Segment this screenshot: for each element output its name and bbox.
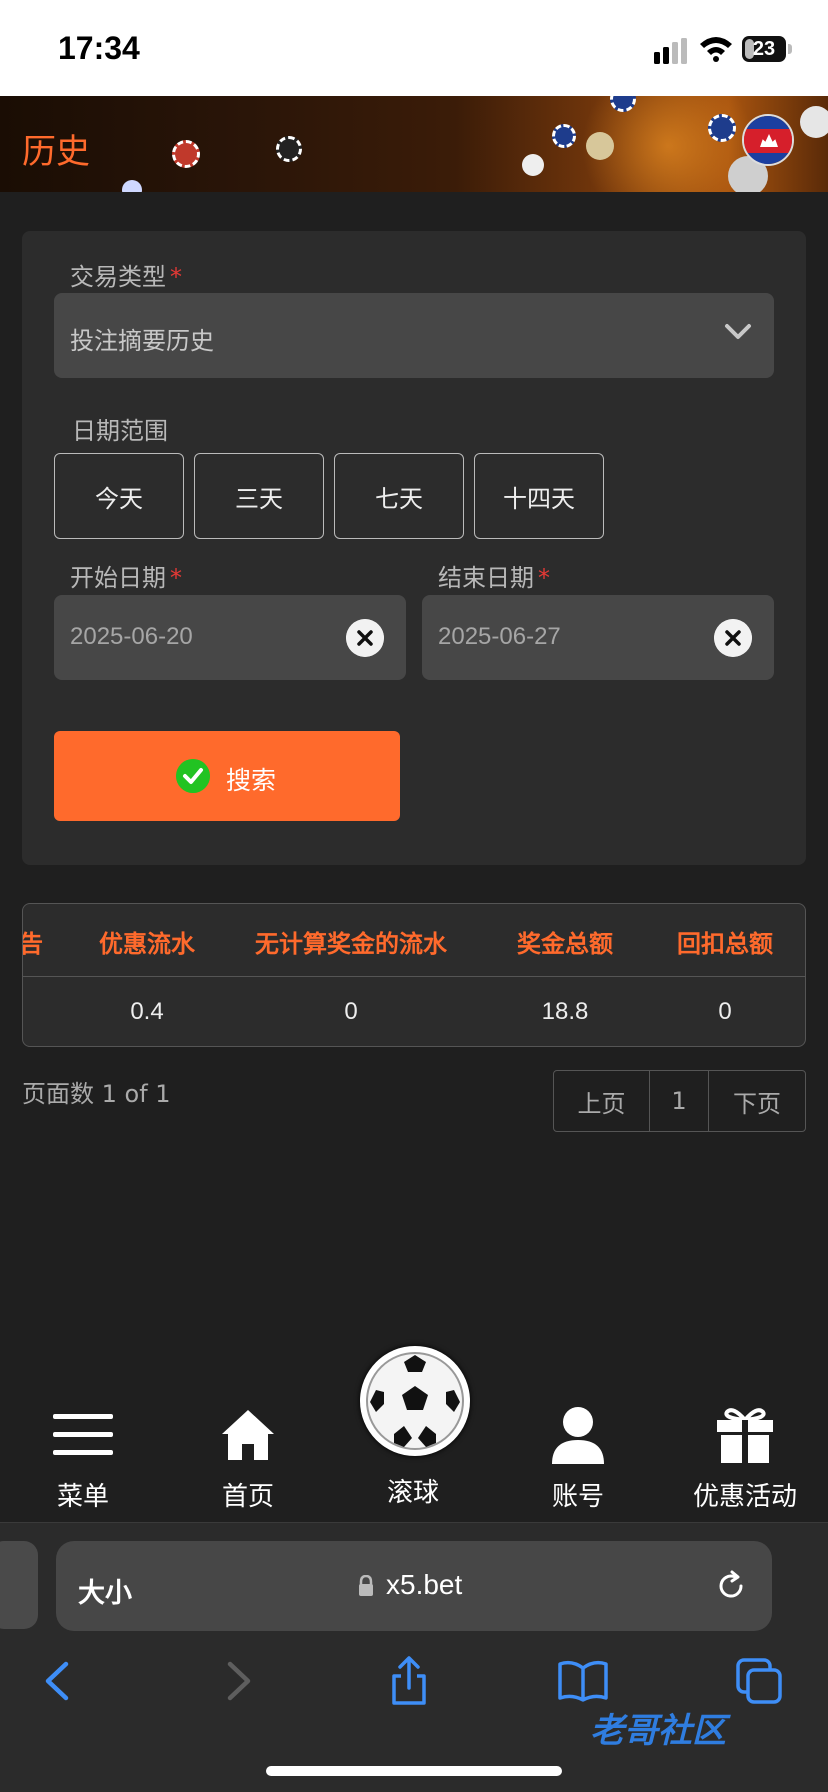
nav-account[interactable]: 账号	[513, 1400, 643, 1512]
clear-start-date-icon[interactable]	[346, 619, 384, 657]
range-three-days-button[interactable]: 三天	[194, 453, 324, 539]
text-size-button[interactable]: 大小	[78, 1571, 132, 1610]
table-header-cell: 优惠流水	[99, 930, 195, 958]
nav-home-label: 首页	[221, 1482, 274, 1512]
header-banner: 历史	[0, 96, 828, 192]
menu-icon	[53, 1414, 113, 1455]
address-bar[interactable]: 大小 x5.bet	[56, 1541, 772, 1631]
battery-level: 23	[752, 38, 776, 60]
reload-icon[interactable]	[714, 1569, 748, 1603]
casino-chip-decoration	[708, 114, 736, 142]
end-date-value: 2025-06-27	[438, 623, 561, 650]
football-decoration	[522, 154, 544, 176]
table-header-divider	[23, 976, 805, 977]
status-bar: 17:34 23	[0, 0, 828, 96]
home-indicator	[266, 1766, 562, 1776]
battery-icon: 23	[742, 36, 792, 62]
chevron-down-icon	[725, 324, 751, 339]
nav-home[interactable]: 首页	[183, 1400, 313, 1512]
home-icon	[222, 1410, 274, 1460]
start-date-value: 2025-06-20	[70, 623, 193, 650]
transaction-type-value: 投注摘要历史	[70, 327, 214, 355]
page-title: 历史	[22, 132, 90, 172]
bookmarks-icon[interactable]	[558, 1656, 608, 1706]
range-today-button[interactable]: 今天	[54, 453, 184, 539]
nav-account-label: 账号	[551, 1482, 604, 1512]
status-time: 17:34	[58, 30, 140, 66]
table-cell: 0	[344, 998, 358, 1025]
transaction-type-label: 交易类型 *	[70, 263, 182, 291]
nav-live-label: 滚球	[386, 1478, 439, 1508]
range-seven-days-button[interactable]: 七天	[334, 453, 464, 539]
watermark: 老哥社区	[590, 1711, 726, 1751]
forward-icon[interactable]	[212, 1656, 262, 1706]
table-header-cell: 无计算奖金的流水	[255, 930, 447, 958]
results-table[interactable]: 告 优惠流水 无计算奖金的流水 奖金总额 回扣总额 0.4 0 18.8 0	[22, 903, 806, 1047]
next-page-button[interactable]: 下页	[709, 1071, 805, 1131]
share-icon[interactable]	[384, 1656, 434, 1706]
nav-promotions[interactable]: 优惠活动	[680, 1400, 810, 1512]
table-header-cell: 奖金总额	[517, 930, 613, 958]
table-header-cell: 回扣总额	[677, 930, 773, 958]
nav-live[interactable]: 滚球	[348, 1400, 478, 1510]
required-mark: *	[170, 564, 182, 592]
gift-icon	[717, 1408, 773, 1464]
search-button[interactable]: 搜索	[54, 731, 400, 821]
casino-chip-decoration	[172, 140, 200, 168]
back-icon[interactable]	[34, 1656, 84, 1706]
page-count-text: 页面数 1 of 1	[22, 1080, 171, 1108]
end-date-label: 结束日期 *	[438, 564, 550, 592]
table-header-cell: 告	[23, 924, 43, 959]
casino-chip-decoration	[276, 136, 302, 162]
page-number-button[interactable]: 1	[650, 1071, 709, 1131]
start-date-field[interactable]: 2025-06-20	[54, 595, 406, 680]
cellular-signal-icon	[654, 38, 687, 64]
required-mark: *	[538, 564, 550, 592]
prev-page-button[interactable]: 上页	[554, 1071, 650, 1131]
required-mark: *	[170, 263, 182, 291]
football-decoration	[800, 106, 828, 138]
search-form-panel: 交易类型 * 投注摘要历史 日期范围 今天 三天 七天 十四天 开始日期 * 结束日…	[22, 231, 806, 865]
casino-chip-decoration	[552, 124, 576, 148]
table-cell: 18.8	[541, 998, 589, 1025]
lock-icon	[359, 1575, 373, 1596]
nav-menu-label: 菜单	[56, 1482, 109, 1512]
range-fourteen-days-button[interactable]: 十四天	[474, 453, 604, 539]
cambodia-flag-icon[interactable]	[742, 114, 794, 166]
nav-promotions-label: 优惠活动	[692, 1482, 797, 1512]
tabs-icon[interactable]	[734, 1656, 784, 1706]
wifi-icon	[700, 37, 732, 62]
user-icon	[552, 1407, 604, 1464]
clear-end-date-icon[interactable]	[714, 619, 752, 657]
search-button-label: 搜索	[226, 766, 277, 795]
url-text: x5.bet	[386, 1569, 463, 1600]
previous-tab-preview[interactable]	[0, 1541, 38, 1629]
transaction-type-select[interactable]: 投注摘要历史	[54, 293, 774, 378]
table-cell: 0	[718, 998, 732, 1025]
football-decoration	[122, 180, 142, 192]
start-date-label: 开始日期 *	[70, 564, 182, 592]
check-circle-icon	[176, 759, 210, 793]
pagination: 上页 1 下页	[553, 1070, 806, 1132]
browser-toolbar: 大小 x5.bet 老哥社区	[0, 1522, 828, 1792]
end-date-field[interactable]: 2025-06-27	[422, 595, 774, 680]
football-decoration	[586, 132, 614, 160]
table-cell: 0.4	[130, 998, 164, 1025]
nav-menu[interactable]: 菜单	[18, 1400, 148, 1512]
date-range-label: 日期范围	[72, 417, 168, 445]
